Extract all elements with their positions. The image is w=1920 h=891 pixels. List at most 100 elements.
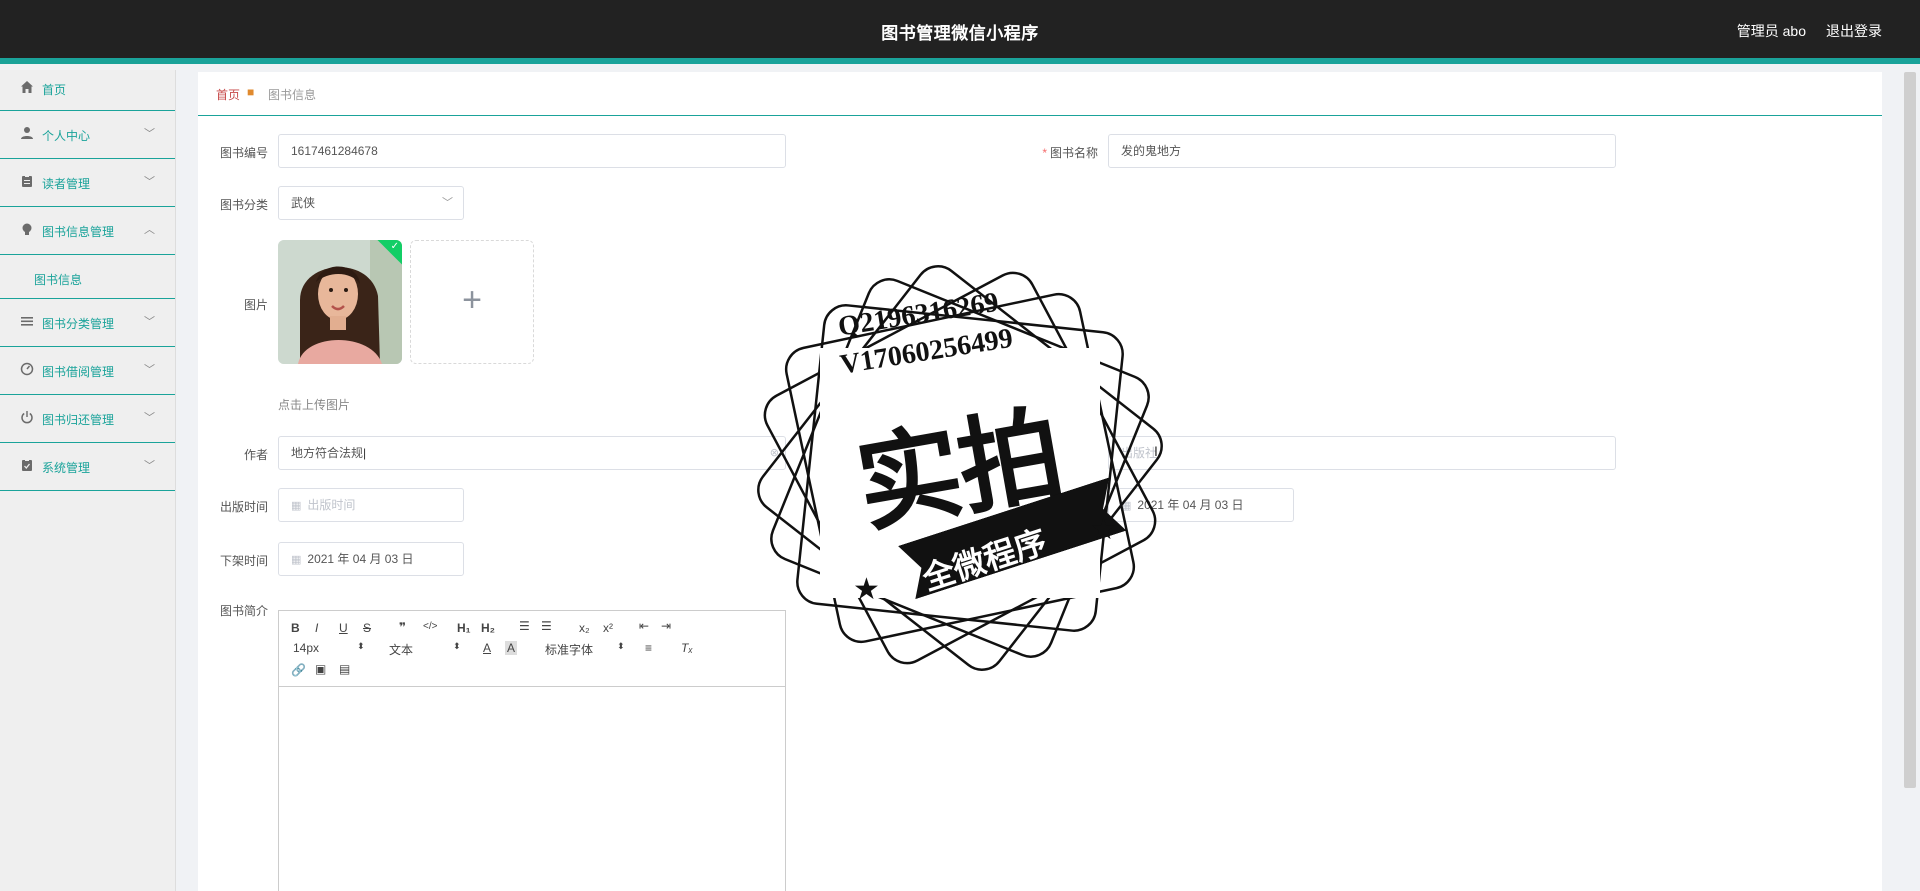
- sidebar: 首页 个人中心 ﹀ 读者管理 ﹀ 图书信息管理 ︿ 图书信息 图书分类管理 ﹀: [0, 70, 176, 891]
- book-no-input[interactable]: 1617461284678: [278, 134, 786, 168]
- image-icon[interactable]: ▣: [315, 662, 326, 676]
- font-family-picker[interactable]: 标准字体: [545, 641, 593, 658]
- off-time-value: 2021 年 04 月 03 日: [307, 552, 414, 566]
- chevron-up-icon: ︿: [144, 224, 155, 236]
- font-size-picker[interactable]: 14px: [293, 641, 319, 655]
- author-input[interactable]: 地方符合法规| ⊗: [278, 436, 786, 470]
- author-label: 作者: [243, 448, 268, 462]
- app-title: 图书管理微信小程序: [881, 24, 1039, 43]
- bulb-icon: [19, 222, 35, 238]
- book-no-label: 图书编号: [219, 146, 268, 160]
- font-color-icon[interactable]: A: [483, 641, 491, 655]
- clipboard-icon: [19, 458, 35, 474]
- background-color-icon[interactable]: A: [505, 641, 518, 655]
- video-icon[interactable]: ▤: [339, 662, 350, 676]
- image-upload-button[interactable]: +: [410, 240, 534, 364]
- code-block-icon[interactable]: </>: [423, 621, 437, 632]
- sidebar-subitem-label: 图书信息: [34, 273, 83, 287]
- home-icon: [19, 80, 35, 96]
- chevron-down-icon: ﹀: [144, 316, 155, 328]
- rich-text-editor: B I U S ❞ </> H₁ H₂ ☰ ☰ x₂ x² ⇤ ⇥ 14px ⬍…: [278, 610, 786, 891]
- page-scrollbar[interactable]: [1904, 72, 1916, 788]
- chevron-down-icon: ﹀: [144, 364, 155, 376]
- align-icon[interactable]: ≡: [645, 641, 652, 655]
- superscript-icon[interactable]: x²: [603, 621, 613, 635]
- shelf-time-value: 2021 年 04 月 03 日: [1137, 498, 1244, 512]
- plus-icon: +: [462, 281, 482, 319]
- italic-icon[interactable]: I: [315, 621, 318, 635]
- sidebar-item-home[interactable]: 首页: [0, 70, 175, 111]
- book-name-label: * 图书名称: [1018, 144, 1098, 161]
- link-icon[interactable]: 🔗: [291, 663, 306, 677]
- breadcrumb-current: 图书信息: [268, 88, 317, 102]
- indent-icon[interactable]: ⇥: [661, 619, 671, 633]
- sidebar-item-label: 图书分类管理: [42, 317, 115, 331]
- category-select[interactable]: 武侠 ﹀: [278, 186, 464, 220]
- portrait-image: [278, 240, 402, 364]
- outdent-icon[interactable]: ⇤: [639, 619, 649, 633]
- clipboard-icon: [19, 174, 35, 190]
- sidebar-item-borrow-management[interactable]: 图书借阅管理 ﹀: [0, 347, 175, 395]
- sidebar-item-label: 个人中心: [42, 129, 91, 143]
- upload-tip: 点击上传图片: [278, 398, 351, 412]
- book-name-label-text: 图书名称: [1049, 146, 1098, 160]
- book-name-input[interactable]: 发的鬼地方: [1108, 134, 1616, 168]
- sidebar-item-label: 图书借阅管理: [42, 365, 115, 379]
- off-time-picker[interactable]: ▦ 2021 年 04 月 03 日: [278, 542, 464, 576]
- off-time-label: 下架时间: [219, 554, 268, 568]
- sidebar-subitem-book-info[interactable]: 图书信息: [0, 255, 175, 299]
- sidebar-item-personal-center[interactable]: 个人中心 ﹀: [0, 111, 175, 159]
- breadcrumb-separator-icon: ■: [247, 85, 255, 99]
- publish-time-label: 出版时间: [219, 500, 268, 514]
- shelf-time-picker[interactable]: ▦ 2021 年 04 月 03 日: [1108, 488, 1294, 522]
- power-icon: [19, 410, 35, 426]
- chevron-down-icon: ﹀: [144, 460, 155, 472]
- calendar-icon: ▦: [1121, 500, 1132, 512]
- bold-icon[interactable]: B: [291, 621, 300, 635]
- sidebar-item-label: 图书归还管理: [42, 413, 115, 427]
- subscript-icon[interactable]: x₂: [579, 621, 590, 635]
- clear-icon[interactable]: ⊗: [770, 437, 779, 469]
- font-size-arrow-icon: ⬍: [357, 641, 365, 651]
- sidebar-item-return-management[interactable]: 图书归还管理 ﹀: [0, 395, 175, 443]
- heading2-icon[interactable]: H₂: [481, 621, 495, 635]
- star-icon: ★: [1090, 513, 1117, 546]
- logout-button[interactable]: 退出登录: [1826, 21, 1882, 41]
- mouse-cursor-icon: I: [1154, 443, 1158, 459]
- strikethrough-icon[interactable]: S: [363, 621, 371, 635]
- sidebar-item-label: 首页: [42, 83, 67, 97]
- breadcrumb: 首页 ■ 图书信息: [198, 72, 1882, 116]
- category-select-value: 武侠: [291, 196, 316, 210]
- chevron-down-icon: ﹀: [144, 128, 155, 140]
- sidebar-item-book-info-management[interactable]: 图书信息管理 ︿: [0, 207, 175, 255]
- required-mark: *: [1042, 146, 1047, 160]
- underline-icon[interactable]: U: [339, 621, 348, 635]
- uploaded-image-thumbnail[interactable]: ✓: [278, 240, 402, 364]
- check-icon: ✓: [390, 241, 399, 252]
- bullet-list-icon[interactable]: ☰: [541, 619, 552, 633]
- breadcrumb-home-link[interactable]: 首页: [216, 86, 240, 103]
- ordered-list-icon[interactable]: ☰: [519, 619, 530, 633]
- publisher-input[interactable]: 出版社: [1108, 436, 1616, 470]
- blockquote-icon[interactable]: ❞: [399, 620, 406, 634]
- format-picker[interactable]: 文本: [389, 641, 413, 658]
- current-user: 管理员 abo: [1736, 23, 1806, 39]
- top-header: 图书管理微信小程序 管理员 abo 退出登录: [0, 0, 1920, 64]
- editor-toolbar: B I U S ❞ </> H₁ H₂ ☰ ☰ x₂ x² ⇤ ⇥ 14px ⬍…: [279, 611, 785, 687]
- sidebar-item-label: 系统管理: [42, 461, 91, 475]
- calendar-icon: ▦: [291, 500, 302, 512]
- sidebar-item-category-management[interactable]: 图书分类管理 ﹀: [0, 299, 175, 347]
- heading1-icon[interactable]: H₁: [457, 621, 471, 635]
- user-icon: [19, 126, 35, 142]
- publish-time-placeholder: 出版时间: [307, 498, 356, 512]
- sidebar-item-system-management[interactable]: 系统管理 ﹀: [0, 443, 175, 491]
- text-cursor: |: [363, 446, 367, 460]
- clear-format-icon[interactable]: Tₓ: [681, 641, 693, 655]
- intro-label: 图书简介: [219, 604, 268, 618]
- publish-time-picker[interactable]: ▦ 出版时间: [278, 488, 464, 522]
- chevron-down-icon: ﹀: [144, 412, 155, 424]
- format-arrow-icon: ⬍: [453, 641, 461, 651]
- sidebar-item-reader-management[interactable]: 读者管理 ﹀: [0, 159, 175, 207]
- chevron-down-icon: ﹀: [144, 176, 155, 188]
- image-label: 图片: [243, 298, 268, 312]
